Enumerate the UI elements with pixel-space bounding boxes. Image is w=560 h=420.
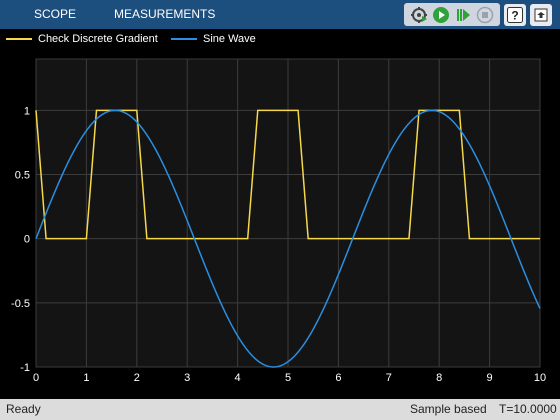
stop-icon[interactable] [475,5,495,25]
y-tick-label: -1 [20,362,30,374]
undock-icon[interactable] [530,3,552,26]
toolstrip: SCOPE MEASUREMENTS ? [0,0,560,29]
x-tick-label: 4 [235,372,241,384]
y-tick-label: 0 [24,234,30,246]
svg-text:?: ? [511,8,518,22]
x-tick-label: 2 [134,372,140,384]
legend-label: Sine Wave [203,33,256,45]
status-text: Ready [6,402,41,416]
toolstrip-actions: ? [404,3,552,26]
step-settings-icon[interactable] [409,5,429,25]
y-tick-labels: -1 -0.5 0 0.5 1 [11,105,30,374]
x-tick-label: 8 [436,372,442,384]
sample-mode: Sample based [410,402,487,416]
step-forward-icon[interactable] [453,5,473,25]
legend-item-check-discrete-gradient[interactable]: Check Discrete Gradient [6,29,158,49]
x-tick-label: 5 [285,372,291,384]
scope-axes[interactable]: -1 -0.5 0 0.5 1 0 1 2 3 4 5 6 7 8 9 10 [0,49,560,399]
x-tick-labels: 0 1 2 3 4 5 6 7 8 9 10 [33,372,546,384]
x-tick-label: 10 [534,372,546,384]
y-tick-label: 0.5 [15,170,30,182]
simulation-time: T=10.0000 [499,402,557,416]
y-tick-label: 1 [24,105,30,117]
x-tick-label: 0 [33,372,39,384]
x-tick-label: 9 [487,372,493,384]
x-tick-label: 1 [83,372,89,384]
y-tick-label: -0.5 [11,298,30,310]
x-tick-label: 3 [184,372,190,384]
x-tick-label: 7 [386,372,392,384]
x-tick-label: 6 [335,372,341,384]
legend-item-sine-wave[interactable]: Sine Wave [171,29,256,49]
simulation-controls [404,3,500,26]
legend-label: Check Discrete Gradient [38,33,158,45]
run-icon[interactable] [431,5,451,25]
legend-swatch [6,38,32,40]
help-icon[interactable]: ? [504,3,526,26]
legend: Check Discrete Gradient Sine Wave [0,29,560,49]
tab-measurements[interactable]: MEASUREMENTS [114,0,215,29]
tab-scope[interactable]: SCOPE [34,0,76,29]
status-bar: Ready Sample based T=10.0000 [0,399,560,420]
scope-plot[interactable]: -1 -0.5 0 0.5 1 0 1 2 3 4 5 6 7 8 9 10 [0,49,560,399]
legend-swatch [171,38,197,40]
